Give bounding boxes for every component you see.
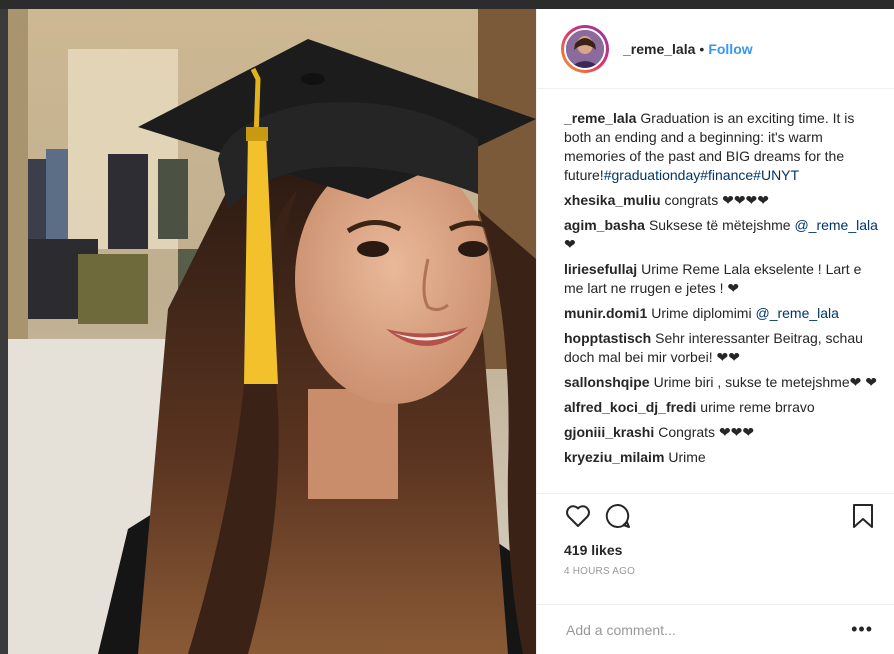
post-side-panel: _reme_lala • Follow _reme_lala Graduation… bbox=[536, 9, 894, 654]
comment-username[interactable]: sallonshqipe bbox=[564, 374, 650, 390]
save-button[interactable] bbox=[848, 501, 878, 531]
window-top-bar bbox=[0, 0, 894, 9]
comment-username[interactable]: xhesika_muliu bbox=[564, 192, 661, 208]
comment-item: gjoniii_krashi Congrats ❤❤❤ bbox=[564, 423, 880, 442]
comment-text: Suksese të mëtejshme bbox=[648, 217, 791, 233]
comment-item: kryeziu_milaim Urime bbox=[564, 448, 880, 467]
comment-text: Urime diplomimi bbox=[651, 305, 752, 321]
hashtag-link[interactable]: #finance bbox=[700, 167, 753, 183]
post-timestamp[interactable]: 4 HOURS AGO bbox=[537, 562, 894, 582]
graduation-photo-image bbox=[8, 9, 536, 654]
caption: _reme_lala Graduation is an exciting time… bbox=[564, 109, 880, 185]
comment-text: urime reme brravo bbox=[700, 399, 815, 415]
post-photo[interactable] bbox=[8, 9, 536, 654]
comment-item: sallonshqipe Urime biri , sukse te metejs… bbox=[564, 373, 880, 392]
mention-link[interactable]: @_reme_lala bbox=[794, 217, 877, 233]
comment-item: hopptastisch Sehr interessanter Beitrag, … bbox=[564, 329, 880, 367]
comment-username[interactable]: hopptastisch bbox=[564, 330, 651, 346]
caption-username[interactable]: _reme_lala bbox=[564, 110, 636, 126]
comment-item: xhesika_muliu congrats ❤❤❤❤ bbox=[564, 191, 880, 210]
post-author-username[interactable]: _reme_lala bbox=[623, 41, 695, 57]
comment-button[interactable] bbox=[603, 501, 633, 531]
follow-button[interactable]: Follow bbox=[708, 41, 752, 57]
comment-item: munir.domi1 Urime diplomimi @_reme_lala bbox=[564, 304, 880, 323]
mention-link[interactable]: @_reme_lala bbox=[755, 305, 838, 321]
comment-text-after: ❤ bbox=[564, 236, 576, 252]
comment-text: congrats ❤❤❤❤ bbox=[664, 192, 770, 208]
heart-outline-icon bbox=[566, 505, 590, 527]
comment-item: agim_basha Suksese të mëtejshme @_reme_la… bbox=[564, 216, 880, 254]
hashtag-link[interactable]: #UNYT bbox=[753, 167, 799, 183]
comment-username[interactable]: munir.domi1 bbox=[564, 305, 647, 321]
comment-item: alfred_koci_dj_fredi urime reme brravo bbox=[564, 398, 880, 417]
bookmark-icon bbox=[853, 504, 873, 528]
likes-count[interactable]: 419 likes bbox=[537, 538, 894, 562]
comment-username[interactable]: agim_basha bbox=[564, 217, 645, 233]
like-button[interactable] bbox=[563, 501, 593, 531]
comment-username[interactable]: liriesefullaj bbox=[564, 261, 637, 277]
post-actions-bar bbox=[537, 494, 894, 538]
add-comment-input[interactable] bbox=[564, 620, 852, 639]
post-header: _reme_lala • Follow bbox=[537, 9, 894, 89]
comment-text: Urime bbox=[668, 449, 706, 465]
speech-bubble-icon bbox=[605, 503, 630, 528]
comment-text: Congrats ❤❤❤ bbox=[658, 424, 755, 440]
comment-item: liriesefullaj Urime Reme Lala ekselente !… bbox=[564, 260, 880, 298]
avatar[interactable] bbox=[561, 24, 609, 73]
hashtag-link[interactable]: #graduationday bbox=[604, 167, 701, 183]
comments-list[interactable]: _reme_lala Graduation is an exciting time… bbox=[537, 89, 894, 494]
comment-text: Urime biri , sukse te metejshme❤ ❤ bbox=[653, 374, 877, 390]
comment-username[interactable]: alfred_koci_dj_fredi bbox=[564, 399, 696, 415]
comment-username[interactable]: gjoniii_krashi bbox=[564, 424, 654, 440]
profile-picture-image bbox=[566, 29, 604, 68]
header-separator: • bbox=[699, 40, 705, 57]
add-comment-bar: ••• bbox=[537, 604, 894, 654]
more-options-icon[interactable]: ••• bbox=[851, 619, 873, 640]
comment-username[interactable]: kryeziu_milaim bbox=[564, 449, 664, 465]
